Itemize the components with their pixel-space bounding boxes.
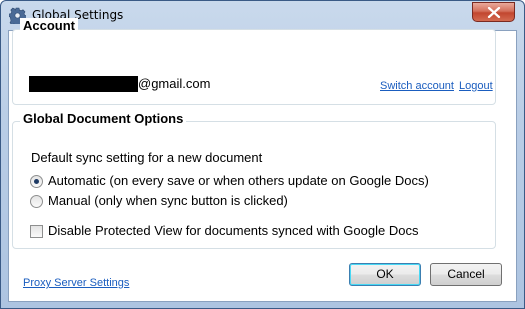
- ok-button[interactable]: OK: [349, 263, 421, 286]
- disable-protected-view-label[interactable]: Disable Protected View for documents syn…: [48, 223, 418, 238]
- manual-radio[interactable]: [30, 195, 43, 208]
- account-group: [12, 29, 496, 105]
- close-button[interactable]: [472, 2, 515, 22]
- title-bar[interactable]: Global Settings: [1, 1, 524, 31]
- proxy-server-settings-link[interactable]: Proxy Server Settings: [23, 277, 129, 289]
- email-domain: @gmail.com: [138, 76, 211, 91]
- radio-selected-dot: [34, 179, 39, 184]
- close-icon: [487, 7, 501, 18]
- automatic-radio-label[interactable]: Automatic (on every save or when others …: [48, 173, 429, 188]
- document-options-group-title: Global Document Options: [20, 111, 187, 126]
- cancel-button[interactable]: Cancel: [430, 263, 502, 286]
- switch-account-link[interactable]: Switch account: [380, 80, 454, 92]
- manual-radio-label[interactable]: Manual (only when sync button is clicked…: [48, 193, 288, 208]
- disable-protected-view-checkbox[interactable]: [30, 225, 43, 238]
- account-group-title: Account: [20, 18, 78, 33]
- sync-setting-label: Default sync setting for a new document: [31, 150, 263, 165]
- automatic-radio[interactable]: [30, 175, 43, 188]
- redacted-email-username: [29, 76, 138, 92]
- logout-link[interactable]: Logout: [459, 80, 493, 92]
